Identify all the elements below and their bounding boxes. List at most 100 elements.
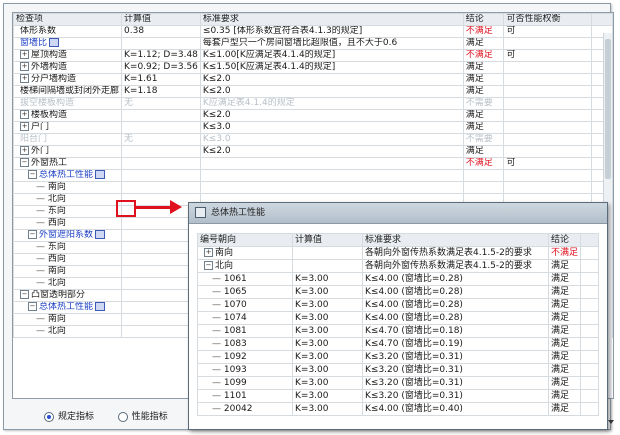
col-header-item[interactable]: 检查项	[13, 13, 123, 26]
expand-icon[interactable]: +	[20, 62, 29, 71]
detail-row[interactable]: — 1092 K=3.00 K≤3.20 (窗墙比=0.31) 满足	[197, 350, 600, 364]
table-row[interactable]: 拔空楼板构造 无 K应满足表4.1.4的规定 不需要	[13, 97, 613, 110]
row-item-cell[interactable]: — 南向	[13, 313, 123, 326]
row-item-cell[interactable]: — 东向	[13, 205, 123, 218]
row-item-cell[interactable]: — 南向	[13, 265, 123, 278]
detail-id-cell[interactable]: — 1081	[197, 324, 293, 338]
detail-id-cell[interactable]: — 1083	[197, 337, 293, 351]
radio-performance[interactable]	[117, 411, 128, 422]
corner-dropdown-arrow-icon[interactable]	[608, 420, 614, 424]
detail-row[interactable]: — 1081 K=3.00 K≤4.70 (窗墙比=0.18) 满足	[197, 324, 600, 338]
detail-col-value[interactable]: 计算值	[292, 233, 363, 247]
detail-id-cell[interactable]: + 南向	[197, 246, 293, 260]
table-row[interactable]: 阳台门 无 K≤3.0 不需要	[13, 133, 613, 146]
row-item-cell[interactable]: − 外窗遮阳系数	[13, 229, 123, 242]
detail-row[interactable]: + 南向 各朝向外窗传热系数满足表4.1.5-2的要求 不满足	[197, 246, 600, 260]
detail-id-cell[interactable]: — 1065	[197, 285, 293, 299]
table-row[interactable]: − 外窗热工 不满足可	[13, 157, 613, 170]
table-row[interactable]: 楼梯间隔墙或封闭外走廊 K=1.18 K≤2.0 满足	[13, 85, 613, 98]
table-row[interactable]: + 外墙构造 K=0.92; D=3.56 K≤1.50[K应满足表4.1.4的规定]…	[13, 61, 613, 74]
collapse-icon[interactable]: −	[204, 261, 213, 270]
scroll-thumb[interactable]	[605, 39, 611, 179]
detail-id-cell[interactable]: — 1070	[197, 298, 293, 312]
row-item-cell[interactable]: − 凸窗透明部分	[13, 289, 123, 302]
table-row[interactable]: + 楼板构造 K≤2.0 满足	[13, 109, 613, 122]
collapse-icon[interactable]: −	[20, 290, 29, 299]
detail-row[interactable]: − 北向 各朝向外窗传热系数满足表4.1.5-2的要求 满足	[197, 259, 600, 273]
table-row[interactable]: 窗墙比 每套户型只一个房间窗墙比超限值，且不大于0.6 满足	[13, 37, 613, 50]
detail-row[interactable]: — 1093 K=3.00 K≤3.20 (窗墙比=0.31) 满足	[197, 363, 600, 377]
collapse-icon[interactable]: −	[28, 170, 37, 179]
row-item-cell[interactable]: — 西向	[13, 217, 123, 230]
row-item-cell[interactable]: — 西向	[13, 253, 123, 266]
popup-title-bar[interactable]: 总体热工性能	[189, 203, 607, 224]
detail-value-cell: K=3.00	[292, 363, 363, 377]
detail-window-icon[interactable]	[95, 230, 106, 239]
detail-col-result[interactable]: 结论	[547, 233, 582, 247]
row-item-cell[interactable]: + 外门	[13, 145, 123, 158]
row-item-cell[interactable]: − 总体热工性能	[13, 301, 123, 314]
detail-id-cell[interactable]: — 1101	[197, 389, 293, 403]
detail-id-cell[interactable]: — 1099	[197, 376, 293, 390]
detail-window-icon[interactable]	[95, 302, 106, 311]
detail-row[interactable]: — 1083 K=3.00 K≤4.70 (窗墙比=0.19) 满足	[197, 337, 600, 351]
row-item-cell[interactable]: 阳台门	[13, 133, 123, 146]
row-item-cell[interactable]: — 北向	[13, 193, 123, 206]
row-item-cell[interactable]: − 总体热工性能	[13, 169, 123, 182]
detail-row[interactable]: — 1065 K=3.00 K≤4.00 (窗墙比=0.28) 满足	[197, 285, 600, 299]
detail-id-cell[interactable]: — 1092	[197, 350, 293, 364]
row-item-cell[interactable]: + 户门	[13, 121, 123, 134]
row-item-cell[interactable]: — 南向	[13, 181, 123, 194]
row-item-label: 西向	[47, 218, 66, 229]
col-header-tradeoff[interactable]: 可否性能权衡	[503, 13, 592, 26]
table-row[interactable]: — 南向	[13, 181, 613, 194]
expand-icon[interactable]: +	[204, 248, 213, 257]
detail-col-id[interactable]: 编号朝向	[197, 233, 293, 247]
detail-window-icon[interactable]	[95, 170, 106, 179]
row-item-cell[interactable]: 体形系数	[13, 25, 123, 38]
table-row[interactable]: + 分户墙构造 K=1.61 K≤2.0 满足	[13, 73, 613, 86]
detail-row[interactable]: — 1099 K=3.00 K≤3.20 (窗墙比=0.31) 满足	[197, 376, 600, 390]
collapse-icon[interactable]: −	[20, 158, 29, 167]
expand-icon[interactable]: +	[20, 146, 29, 155]
row-item-cell[interactable]: + 楼板构造	[13, 109, 123, 122]
table-row[interactable]: + 屋顶构造 K=1.12; D=3.48 K≤1.00[K应满足表4.1.4的规定]…	[13, 49, 613, 62]
row-item-label: 楼梯间隔墙或封闭外走廊	[20, 86, 120, 97]
detail-id-cell[interactable]: — 20042	[197, 402, 293, 416]
row-item-cell[interactable]: — 北向	[13, 277, 123, 290]
row-item-cell[interactable]: — 东向	[13, 241, 123, 254]
row-item-cell[interactable]: 拔空楼板构造	[13, 97, 123, 110]
row-item-cell[interactable]: + 外墙构造	[13, 61, 123, 74]
detail-id-cell[interactable]: — 1074	[197, 311, 293, 325]
detail-id-cell[interactable]: — 1093	[197, 363, 293, 377]
detail-row[interactable]: — 1070 K=3.00 K≤4.00 (窗墙比=0.28) 满足	[197, 298, 600, 312]
table-row[interactable]: − 总体热工性能	[13, 169, 613, 182]
expand-icon[interactable]: +	[20, 122, 29, 131]
radio-prescriptive[interactable]	[44, 411, 54, 422]
expand-icon[interactable]: +	[20, 110, 29, 119]
detail-id-cell[interactable]: − 北向	[197, 259, 293, 273]
row-item-cell[interactable]: + 分户墙构造	[13, 73, 123, 86]
detail-row[interactable]: — 20042 K=3.00 K≤4.00 (窗墙比=0.40) 满足	[197, 402, 600, 416]
row-item-cell[interactable]: 楼梯间隔墙或封闭外走廊	[13, 85, 123, 98]
expand-icon[interactable]: +	[20, 50, 29, 59]
row-item-cell[interactable]: + 屋顶构造	[13, 49, 123, 62]
expand-icon[interactable]: +	[20, 74, 29, 83]
detail-row[interactable]: — 1101 K=3.00 K≤3.20 (窗墙比=0.31) 满足	[197, 389, 600, 403]
table-row[interactable]: 体形系数 0.38 ≤0.35 [体形系数宜符合表4.1.3的规定] 不满足可	[13, 25, 613, 38]
table-row[interactable]: + 外门 K≤2.0 满足	[13, 145, 613, 158]
detail-row[interactable]: — 1074 K=3.00 K≤4.00 (窗墙比=0.28) 满足	[197, 311, 600, 325]
row-item-cell[interactable]: — 北向	[13, 325, 123, 338]
detail-col-requirement[interactable]: 标准要求	[362, 233, 549, 247]
collapse-icon[interactable]: −	[28, 230, 37, 239]
detail-row[interactable]: — 1061 K=3.00 K≤4.00 (窗墙比=0.28) 满足	[197, 272, 600, 286]
row-item-cell[interactable]: 窗墙比	[13, 37, 123, 50]
row-item-cell[interactable]: − 外窗热工	[13, 157, 123, 170]
table-row[interactable]: + 户门 K≤3.0 满足	[13, 121, 613, 134]
detail-window-icon[interactable]	[49, 38, 60, 47]
col-header-requirement[interactable]: 标准要求	[199, 13, 464, 26]
detail-id-cell[interactable]: — 1061	[197, 272, 293, 286]
col-header-value[interactable]: 计算值	[121, 13, 201, 26]
col-header-result[interactable]: 结论	[462, 13, 505, 26]
collapse-icon[interactable]: −	[28, 302, 37, 311]
